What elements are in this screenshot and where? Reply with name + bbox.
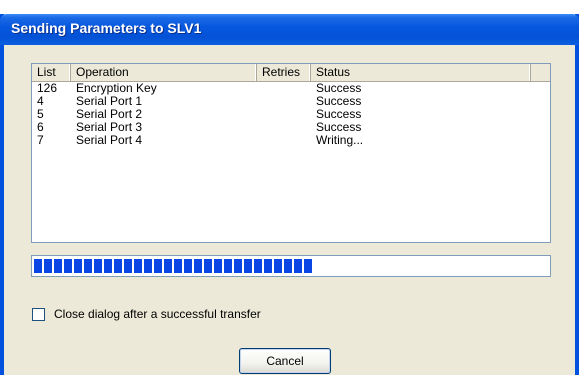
list-header: List Operation Retries Status [32,64,550,82]
title-bar[interactable]: Sending Parameters to SLV1 [0,14,579,45]
close-after-transfer-label[interactable]: Close dialog after a successful transfer [54,307,261,322]
column-header-retries[interactable]: Retries [257,64,311,81]
transfer-progress-bar [31,255,551,277]
cell-list: 126 [37,81,58,95]
operations-list[interactable]: List Operation Retries Status 126 Encryp… [31,63,551,243]
cell-list: 7 [37,133,44,147]
cell-operation: Serial Port 4 [76,133,143,147]
cancel-button[interactable]: Cancel [239,348,331,374]
dialog-title: Sending Parameters to SLV1 [11,20,202,36]
column-header-list[interactable]: List [32,64,71,81]
progress-fill [34,259,312,273]
dialog-window: Sending Parameters to SLV1 List Operatio… [0,14,579,375]
close-after-transfer-checkbox[interactable] [32,308,45,321]
cell-status: Writing... [316,133,364,147]
column-header-status[interactable]: Status [311,64,531,81]
column-header-operation[interactable]: Operation [71,64,257,81]
table-row[interactable]: 7 Serial Port 4 Writing... [32,134,550,147]
